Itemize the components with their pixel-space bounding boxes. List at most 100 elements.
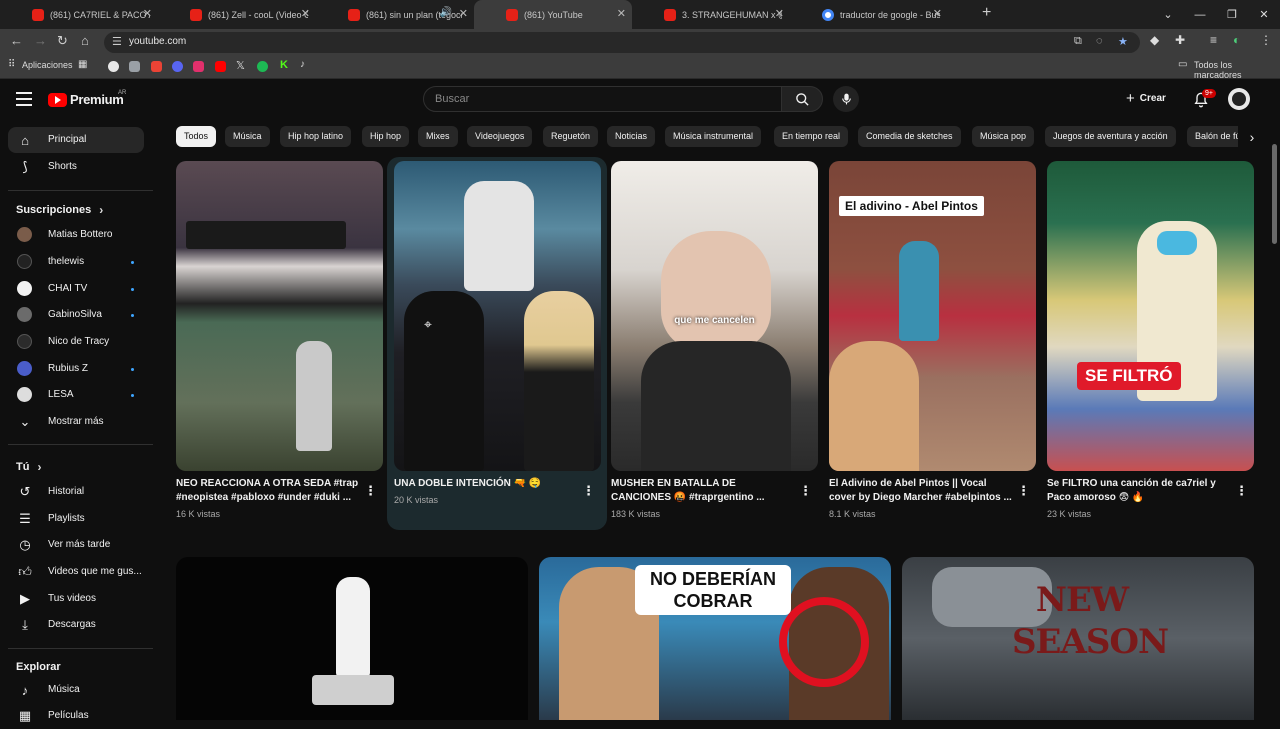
close-tab-icon[interactable]: ✕ bbox=[301, 7, 310, 20]
youtube-premium-logo[interactable]: Premium AR bbox=[48, 90, 126, 107]
site-info-icon[interactable]: ☰ bbox=[112, 35, 122, 48]
restore-icon[interactable]: ❐ bbox=[1216, 0, 1248, 29]
short-title[interactable]: MUSHER EN BATALLA DE CANCIONES 🤬 #traprg… bbox=[611, 477, 796, 505]
video-thumbnail[interactable]: NEW SEASON bbox=[902, 557, 1254, 720]
close-tab-icon[interactable]: ✕ bbox=[459, 7, 468, 20]
sidebar-item-principal[interactable]: ⌂ Principal bbox=[8, 127, 144, 153]
chip[interactable]: Música pop bbox=[972, 126, 1035, 147]
you-header[interactable]: Tú › bbox=[16, 460, 41, 474]
speaker-icon[interactable]: 🔊 bbox=[440, 7, 452, 18]
eye-off-icon[interactable]: ◌ bbox=[1096, 35, 1103, 47]
close-tab-icon[interactable]: ✕ bbox=[775, 7, 784, 20]
sidebar-subscription[interactable]: Matias Bottero bbox=[8, 222, 144, 248]
browser-tab[interactable]: (861) sin un plan (tegocalde 🔊 ✕ bbox=[316, 0, 474, 29]
subscriptions-header[interactable]: Suscripciones › bbox=[16, 203, 103, 217]
bookmark-icon[interactable] bbox=[129, 61, 140, 72]
video-thumbnail[interactable]: NO DEBERÍAN COBRAR bbox=[539, 557, 891, 720]
chips-next-arrow-icon[interactable]: › bbox=[1238, 126, 1266, 147]
sidebar-item-liked-videos[interactable]: 👍︎ Videos que me gus... bbox=[8, 559, 144, 585]
browser-tab[interactable]: traductor de google - Buscar co ✕ bbox=[790, 0, 948, 29]
more-options-icon[interactable]: ⋮ bbox=[364, 483, 377, 499]
chip[interactable]: Música instrumental bbox=[665, 126, 762, 147]
search-input[interactable]: Buscar bbox=[423, 86, 782, 112]
short-thumbnail[interactable]: que me cancelen bbox=[611, 161, 818, 471]
sidebar-show-more[interactable]: ⌄ Mostrar más bbox=[8, 409, 144, 435]
bookmark-star-icon[interactable]: ★ bbox=[1118, 35, 1128, 48]
close-window-icon[interactable]: ✕ bbox=[1248, 0, 1280, 29]
cast-icon[interactable]: ⧉ bbox=[1074, 35, 1082, 48]
sidebar-item-playlists[interactable]: ☰ Playlists bbox=[8, 506, 144, 532]
chip[interactable]: Hip hop bbox=[362, 126, 410, 147]
chip[interactable]: Reguetón bbox=[543, 126, 599, 147]
sidebar-item-musica[interactable]: ♪ Música bbox=[8, 677, 144, 703]
short-card[interactable]: que me cancelen MUSHER EN BATALLA DE CAN… bbox=[611, 161, 818, 519]
chip[interactable]: Juegos de aventura y acción bbox=[1045, 126, 1176, 147]
chip-todos[interactable]: Todos bbox=[176, 126, 217, 147]
sidebar-subscription[interactable]: LESA bbox=[8, 382, 144, 408]
sidebar-subscription[interactable]: GabinoSilva bbox=[8, 302, 144, 328]
more-options-icon[interactable]: ⋮ bbox=[799, 483, 812, 499]
media-controls-icon[interactable]: ≡ bbox=[1210, 33, 1217, 47]
sidebar-subscription[interactable]: Nico de Tracy bbox=[8, 329, 144, 355]
close-tab-icon[interactable]: ✕ bbox=[617, 7, 626, 20]
short-card[interactable]: SE FILTRÓ Se FILTRO una canción de ca7ri… bbox=[1047, 161, 1254, 519]
sidebar-item-peliculas[interactable]: ▦ Películas bbox=[8, 703, 144, 729]
sidebar-subscription[interactable]: thelewis bbox=[8, 249, 144, 275]
short-title[interactable]: Se FILTRO una canción de ca7riel y Paco … bbox=[1047, 477, 1232, 505]
browser-tab[interactable]: (861) CA7RIEL & PACO AMORO ✕ bbox=[0, 0, 158, 29]
create-button[interactable]: + Crear bbox=[1126, 90, 1166, 107]
browser-tab-active[interactable]: (861) YouTube ✕ bbox=[474, 0, 632, 29]
tiktok-bookmark-icon[interactable]: ♪ bbox=[300, 59, 305, 70]
short-title[interactable]: El Adivino de Abel Pintos || Vocal cover… bbox=[829, 477, 1014, 505]
chip[interactable]: Mixes bbox=[418, 126, 458, 147]
scrollbar-thumb[interactable] bbox=[1272, 144, 1277, 244]
sidebar-item-tus-videos[interactable]: ▶ Tus videos bbox=[8, 586, 144, 612]
omnibox[interactable]: ☰ youtube.com ⧉ ◌ ★ bbox=[104, 32, 1140, 53]
more-options-icon[interactable]: ⋮ bbox=[582, 483, 595, 499]
tab-search-icon[interactable]: ⌄ bbox=[1152, 0, 1184, 29]
back-icon[interactable]: ← bbox=[10, 33, 23, 48]
sidebar-item-shorts[interactable]: ⟆ Shorts bbox=[8, 154, 144, 180]
voice-search-button[interactable] bbox=[833, 86, 859, 112]
sidebar-subscription[interactable]: CHAI TV bbox=[8, 276, 144, 302]
chip[interactable]: Hip hop latino bbox=[280, 126, 352, 147]
bookmark-apps[interactable]: Aplicaciones bbox=[22, 60, 73, 70]
new-tab-icon[interactable]: + bbox=[982, 4, 991, 22]
chip[interactable]: Comedia de sketches bbox=[858, 126, 961, 147]
short-title[interactable]: NEO REACCIONA A OTRA SEDA #trap #neopist… bbox=[176, 477, 361, 505]
sidebar-subscription[interactable]: Rubius Z bbox=[8, 356, 144, 382]
more-options-icon[interactable]: ⋮ bbox=[1235, 483, 1248, 499]
grid-icon[interactable]: ▦ bbox=[78, 59, 87, 70]
search-button[interactable] bbox=[781, 86, 823, 112]
chrome-bookmark-icon[interactable] bbox=[108, 61, 119, 72]
browser-menu-icon[interactable]: ⋮ bbox=[1260, 33, 1272, 47]
chip[interactable]: Videojuegos bbox=[467, 126, 533, 147]
short-card[interactable]: UNA DOBLE INTENCIÓN 🔫 🤤 20 K vistas ⋮ bbox=[394, 161, 601, 505]
chip[interactable]: Noticias bbox=[607, 126, 656, 147]
all-bookmarks[interactable]: Todos los marcadores bbox=[1194, 60, 1280, 80]
extension-shield-icon[interactable]: ◆ bbox=[1150, 33, 1159, 47]
profile-icon[interactable]: ◐ bbox=[1233, 33, 1240, 47]
account-avatar[interactable] bbox=[1228, 88, 1250, 110]
video-thumbnail[interactable] bbox=[176, 557, 528, 720]
close-tab-icon[interactable]: ✕ bbox=[143, 7, 152, 20]
chip[interactable]: Música bbox=[225, 126, 270, 147]
short-title[interactable]: UNA DOBLE INTENCIÓN 🔫 🤤 bbox=[394, 477, 579, 491]
reload-icon[interactable]: ↻ bbox=[57, 33, 68, 49]
discord-bookmark-icon[interactable] bbox=[172, 61, 183, 72]
menu-icon[interactable] bbox=[16, 92, 32, 110]
short-thumbnail[interactable] bbox=[176, 161, 383, 471]
browser-tab[interactable]: 3. STRANGEHUMAN x @cosmi ✕ bbox=[632, 0, 790, 29]
short-card[interactable]: NEO REACCIONA A OTRA SEDA #trap #neopist… bbox=[176, 161, 383, 519]
kick-bookmark-icon[interactable]: K bbox=[280, 59, 288, 71]
short-thumbnail[interactable]: El adivino - Abel Pintos bbox=[829, 161, 1036, 471]
sidebar-item-ver-mas-tarde[interactable]: ◷ Ver más tarde bbox=[8, 532, 144, 558]
sidebar-item-historial[interactable]: ↺ Historial bbox=[8, 479, 144, 505]
x-bookmark-icon[interactable]: 𝕏 bbox=[236, 59, 245, 72]
spotify-bookmark-icon[interactable] bbox=[257, 61, 268, 72]
browser-tab[interactable]: (861) Zell - cooL (Video Oficial) ✕ bbox=[158, 0, 316, 29]
home-icon[interactable]: ⌂ bbox=[81, 33, 89, 48]
youtube-bookmark-icon[interactable] bbox=[215, 61, 226, 72]
extensions-icon[interactable]: ✚ bbox=[1175, 33, 1185, 47]
instagram-bookmark-icon[interactable] bbox=[193, 61, 204, 72]
